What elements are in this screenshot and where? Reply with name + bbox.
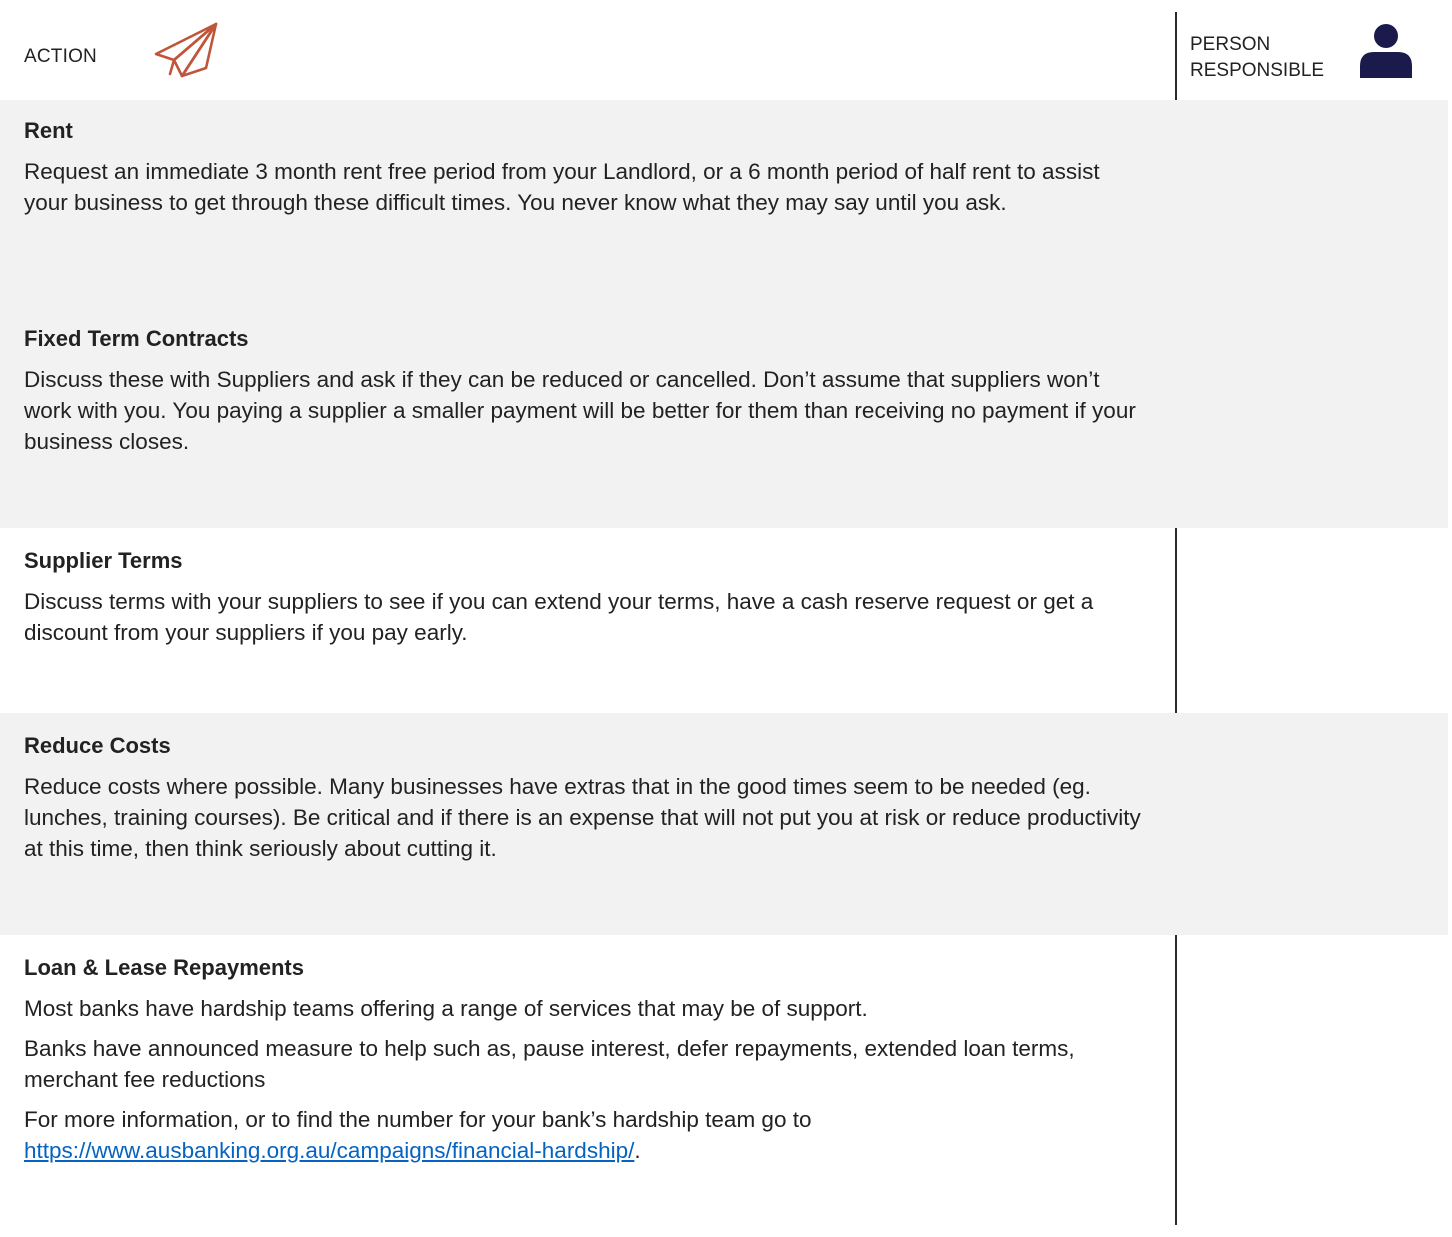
row-title: Loan & Lease Repayments <box>24 955 304 980</box>
row-title: Reduce Costs <box>24 733 171 758</box>
action-row-supplier-terms: Supplier Terms Discuss terms with your s… <box>0 528 1448 713</box>
action-row-reduce-costs: Reduce Costs Reduce costs where possible… <box>0 713 1448 935</box>
row-text: Discuss terms with your suppliers to see… <box>24 589 1094 645</box>
row-text: Banks have announced measure to help suc… <box>24 1036 1075 1092</box>
action-column-label: ACTION <box>24 46 97 67</box>
person-responsible-label: PERSON RESPONSIBLE <box>1190 34 1325 81</box>
action-row-fixed-term-contracts: Fixed Term Contracts Discuss these with … <box>0 312 1448 528</box>
row-title: Fixed Term Contracts <box>24 326 249 351</box>
financial-hardship-link[interactable]: https://www.ausbanking.org.au/campaigns/… <box>24 1138 634 1163</box>
paper-plane-icon <box>154 22 218 78</box>
row-title: Rent <box>24 118 73 143</box>
row-title: Supplier Terms <box>24 548 183 573</box>
action-row-loan-lease-repayments: Loan & Lease Repayments Most banks have … <box>0 935 1448 1225</box>
link-suffix: . <box>634 1138 641 1163</box>
person-icon <box>1360 24 1412 78</box>
row-text: Reduce costs where possible. Many busine… <box>24 774 1141 861</box>
row-text: Request an immediate 3 month rent free p… <box>24 159 1100 215</box>
row-text: Discuss these with Suppliers and ask if … <box>24 367 1136 454</box>
row-link-line: https://www.ausbanking.org.au/campaigns/… <box>24 1135 1144 1166</box>
action-row-rent: Rent Request an immediate 3 month rent f… <box>0 100 1448 312</box>
row-text: For more information, or to find the num… <box>24 1107 812 1132</box>
table-header: ACTION PERSON RESPONSIBLE <box>0 0 1452 100</box>
row-text: Most banks have hardship teams offering … <box>24 996 868 1021</box>
